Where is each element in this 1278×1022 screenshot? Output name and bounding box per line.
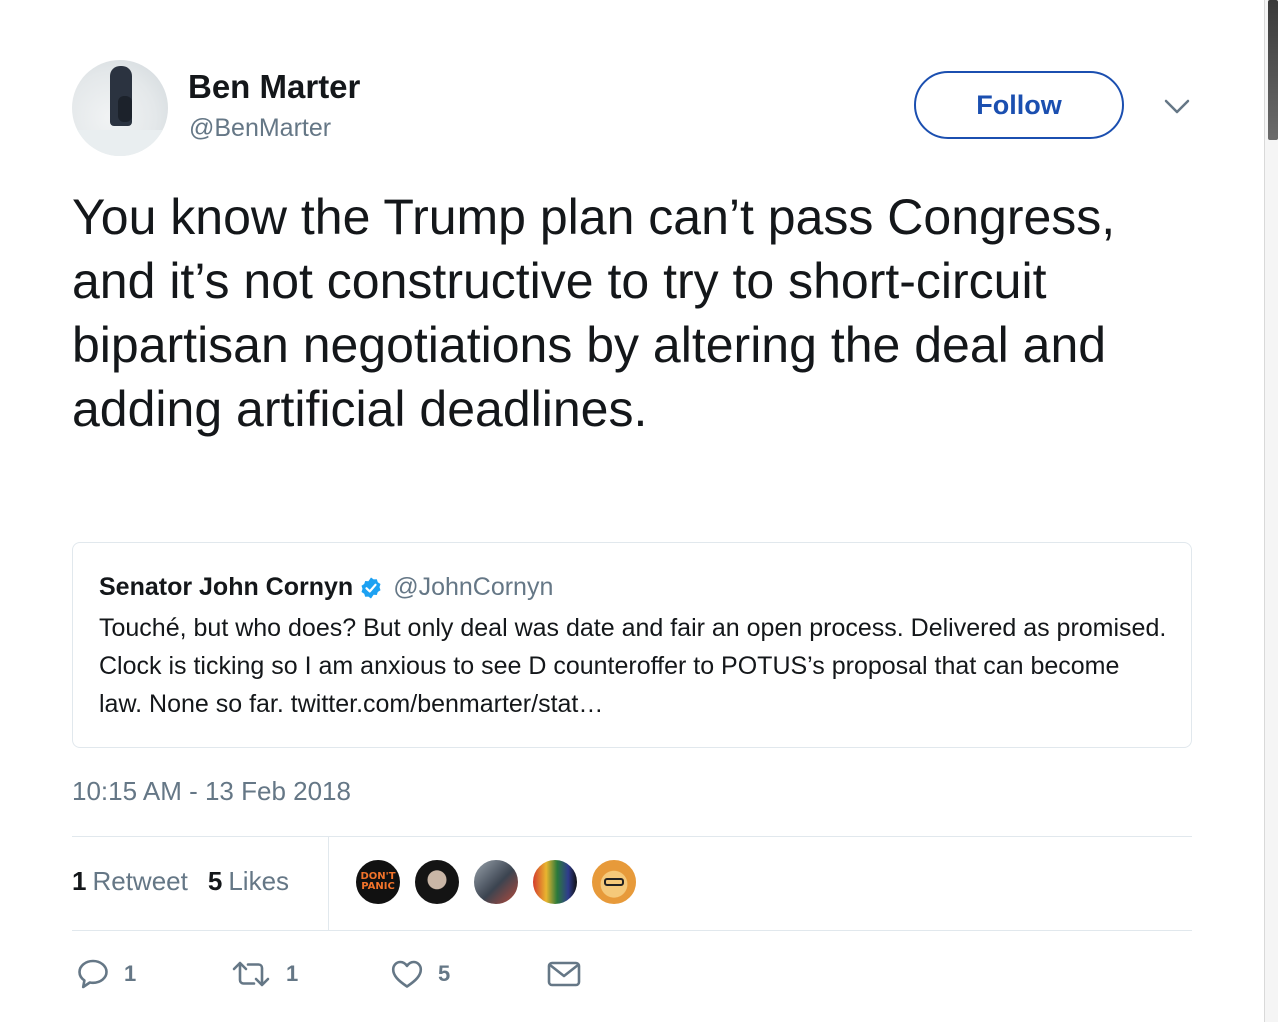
liker-avatar[interactable] bbox=[413, 858, 461, 906]
retweet-stat-count: 1 bbox=[72, 866, 87, 896]
divider bbox=[328, 837, 329, 931]
retweet-stat-label: Retweet bbox=[92, 866, 188, 896]
likes-stat-label: Likes bbox=[228, 866, 290, 896]
action-bar: 1 1 5 bbox=[76, 958, 582, 990]
tweet-text: You know the Trump plan can’t pass Congr… bbox=[72, 189, 1116, 437]
divider bbox=[72, 930, 1192, 931]
like-button[interactable]: 5 bbox=[390, 958, 546, 990]
reply-count: 1 bbox=[124, 961, 137, 986]
liker-avatars: DON'T PANIC bbox=[354, 858, 638, 906]
liker-avatar[interactable] bbox=[590, 858, 638, 906]
quoted-author-handle: @JohnCornyn bbox=[393, 573, 554, 601]
retweet-count: 1 bbox=[286, 961, 299, 986]
likes-stat-count: 5 bbox=[207, 866, 223, 896]
quoted-author-name: Senator John Cornyn bbox=[99, 573, 354, 601]
follow-button[interactable]: Follow bbox=[914, 71, 1124, 139]
retweet-button[interactable]: 1 bbox=[230, 959, 390, 989]
author-avatar[interactable] bbox=[72, 60, 168, 156]
retweet-stat[interactable]: 1 Retweet bbox=[72, 866, 188, 897]
reply-button[interactable]: 1 bbox=[76, 958, 230, 990]
tweet-timestamp[interactable]: 10:15 AM - 13 Feb 2018 bbox=[72, 776, 351, 807]
tweet-stats: 1 Retweet 5 Likes bbox=[72, 866, 289, 897]
retweet-icon bbox=[230, 959, 272, 989]
envelope-icon bbox=[546, 959, 582, 989]
quoted-tweet-text: Touché, but who does? But only deal was … bbox=[99, 614, 1167, 718]
liker-avatar[interactable] bbox=[472, 858, 520, 906]
chevron-down-icon[interactable] bbox=[1160, 92, 1194, 122]
verified-badge-icon bbox=[359, 576, 383, 600]
like-count: 5 bbox=[438, 961, 451, 986]
author-handle[interactable]: @BenMarter bbox=[189, 114, 331, 143]
author-name[interactable]: Ben Marter bbox=[188, 68, 360, 106]
quoted-tweet-header: Senator John Cornyn @JohnCornyn bbox=[99, 573, 553, 602]
liker-avatar[interactable] bbox=[531, 858, 579, 906]
heart-icon bbox=[390, 958, 424, 990]
window-edge bbox=[1264, 0, 1278, 1022]
quoted-tweet[interactable]: Senator John Cornyn @JohnCornyn Touché, … bbox=[72, 542, 1192, 748]
liker-avatar[interactable]: DON'T PANIC bbox=[354, 858, 402, 906]
reply-icon bbox=[76, 958, 110, 990]
liker-badge-text: DON'T PANIC bbox=[360, 871, 396, 892]
scrollbar-thumb[interactable] bbox=[1268, 0, 1278, 140]
tweet-page: Ben Marter @BenMarter Follow You know th… bbox=[0, 0, 1278, 1022]
divider bbox=[72, 836, 1192, 837]
direct-message-button[interactable] bbox=[546, 959, 582, 989]
likes-stat[interactable]: 5 Likes bbox=[208, 866, 289, 897]
